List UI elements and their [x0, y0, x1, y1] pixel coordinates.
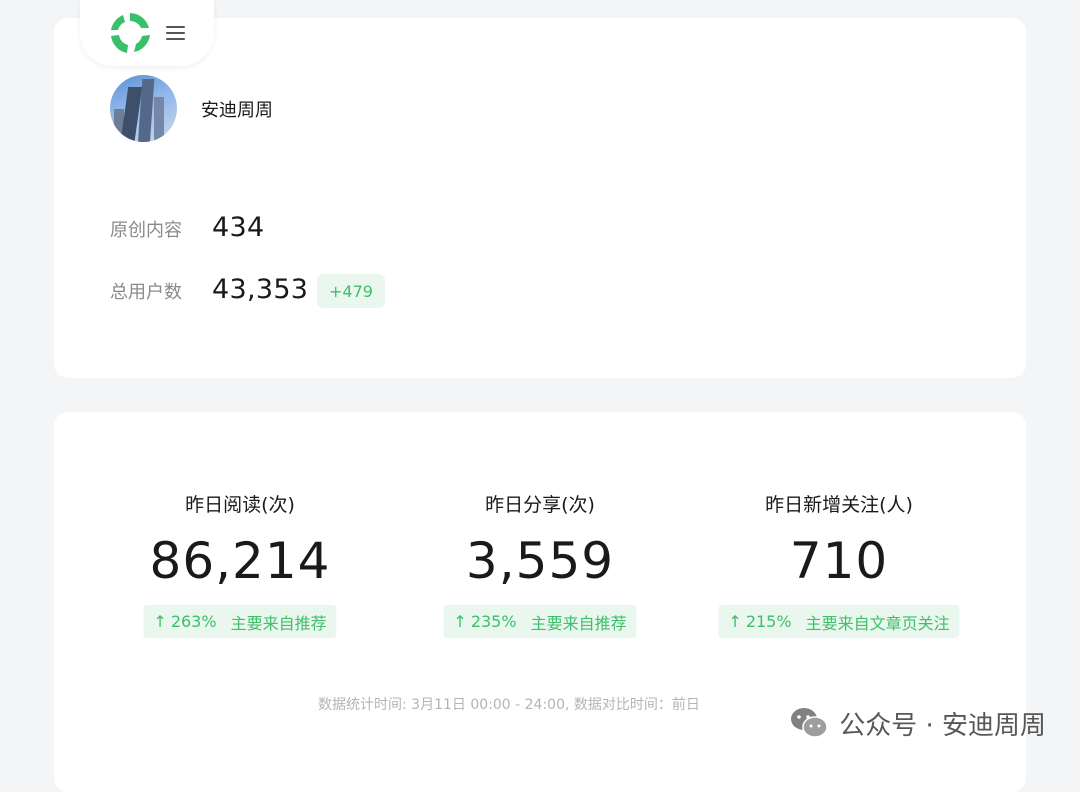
arrow-up-icon: ↑ — [153, 612, 167, 631]
wechat-mp-logo-icon[interactable] — [106, 9, 154, 57]
metric-source: 主要来自文章页关注 — [805, 613, 950, 633]
metric-percent: 215% — [745, 612, 792, 631]
total-users-delta-badge: +479 — [317, 274, 385, 308]
watermark-text: 公众号 · 安迪周周 — [839, 710, 1046, 741]
total-users-label: 总用户数 — [110, 282, 182, 303]
total-users-value: 43,353 — [212, 274, 309, 305]
metric-title: 昨日阅读(次) — [185, 494, 295, 516]
metric-title: 昨日分享(次) — [485, 494, 595, 516]
metric-percent: 235% — [470, 612, 517, 631]
original-content-label: 原创内容 — [110, 220, 182, 241]
arrow-up-icon: ↑ — [453, 612, 467, 631]
avatar[interactable] — [110, 75, 177, 142]
metric-value: 710 — [789, 532, 889, 590]
wechat-icon — [791, 708, 828, 738]
header-pill[interactable] — [80, 0, 214, 66]
original-content-value: 434 — [212, 212, 265, 243]
metric-source: 主要来自推荐 — [530, 613, 627, 633]
metric-change-badge: ↑ 263% 主要来自推荐 — [143, 605, 337, 638]
account-name: 安迪周周 — [201, 100, 273, 121]
menu-icon[interactable] — [166, 25, 186, 41]
arrow-up-icon: ↑ — [728, 612, 742, 631]
metric-change-badge: ↑ 235% 主要来自推荐 — [443, 605, 637, 638]
profile-card — [54, 18, 1026, 378]
metric-change-badge: ↑ 215% 主要来自文章页关注 — [718, 605, 960, 638]
metric-value: 86,214 — [149, 532, 331, 590]
watermark: 公众号 · 安迪周周 — [789, 703, 1046, 743]
metric-title: 昨日新增关注(人) — [765, 494, 913, 516]
metric-percent: 263% — [170, 612, 217, 631]
metric-source: 主要来自推荐 — [230, 613, 327, 633]
metric-value: 3,559 — [465, 532, 615, 590]
stats-time-footnote: 数据统计时间: 3月11日 00:00 - 24:00, 数据对比时间：前日 — [318, 697, 700, 713]
